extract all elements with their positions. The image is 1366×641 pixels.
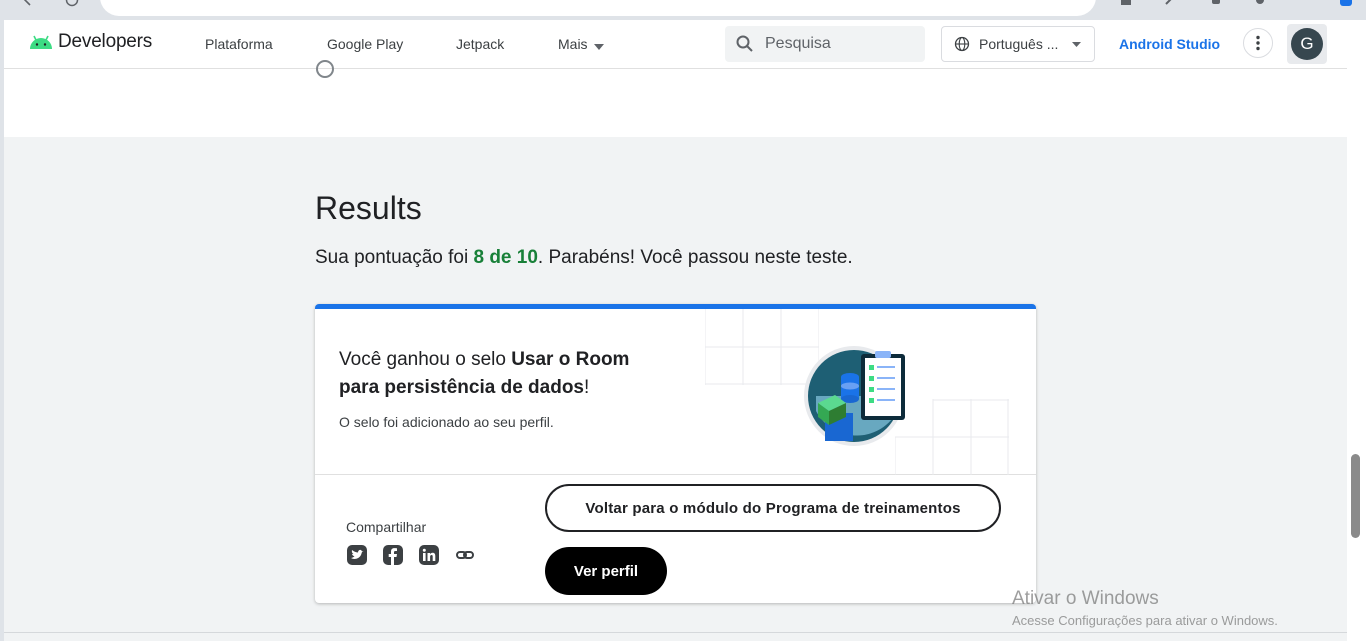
android-icon	[30, 35, 52, 49]
extension-icon[interactable]	[1208, 0, 1224, 8]
account-area: G	[1287, 24, 1327, 64]
view-profile-button[interactable]: Ver perfil	[545, 547, 667, 595]
radio-option[interactable]	[316, 60, 334, 78]
linkedin-icon[interactable]	[418, 544, 440, 566]
reload-icon[interactable]	[64, 0, 80, 8]
score-value: 8 de 10	[473, 247, 538, 268]
nav-plataforma[interactable]: Plataforma	[205, 36, 273, 52]
developers-logo[interactable]: Developers	[28, 31, 152, 53]
search-input[interactable]	[763, 34, 917, 54]
site-header: Developers Plataforma Google Play Jetpac…	[4, 20, 1347, 69]
link-icon[interactable]	[454, 544, 476, 566]
grid-decoration	[895, 399, 1009, 475]
browser-toolbar	[0, 0, 1366, 20]
more-options-button[interactable]	[1243, 28, 1273, 58]
badge-title: Você ganhou o selo Usar o Room para pers…	[339, 346, 669, 402]
extension-icon[interactable]	[1118, 0, 1134, 8]
room-badge-icon	[804, 346, 905, 446]
twitter-icon[interactable]	[346, 544, 368, 566]
results-title: Results	[315, 190, 422, 226]
scrollbar[interactable]	[1347, 20, 1366, 641]
extension-icon[interactable]	[1252, 0, 1268, 8]
score-text: Sua pontuação foi 8 de 10. Parabéns! Voc…	[315, 247, 853, 269]
avatar[interactable]: G	[1291, 28, 1323, 60]
watermark-subtitle: Acesse Configurações para ativar o Windo…	[1012, 613, 1278, 628]
share-icons	[346, 544, 490, 566]
profile-extension-icon[interactable]	[1338, 0, 1354, 8]
cut-off-option-text	[344, 65, 724, 71]
scrollbar-thumb[interactable]	[1351, 454, 1360, 538]
score-suffix: . Parabéns! Você passou neste teste.	[537, 247, 853, 268]
language-select[interactable]: Português ...	[941, 26, 1095, 62]
nav-google-play[interactable]: Google Play	[327, 36, 403, 52]
search-box[interactable]	[725, 26, 925, 62]
language-label: Português ...	[979, 36, 1059, 52]
windows-activation-watermark: Ativar o Windows Acesse Configurações pa…	[1012, 588, 1278, 628]
android-studio-link[interactable]: Android Studio	[1119, 36, 1220, 52]
badge-title-prefix: Você ganhou o selo	[339, 349, 512, 370]
address-bar[interactable]	[100, 0, 1096, 16]
nav-mais-label: Mais	[558, 36, 588, 52]
watermark-title: Ativar o Windows	[1012, 588, 1159, 609]
back-to-module-button[interactable]: Voltar para o módulo do Programa de trei…	[545, 484, 1001, 532]
globe-icon	[954, 36, 970, 52]
quiz-section-remnant	[4, 60, 1347, 137]
facebook-icon[interactable]	[382, 544, 404, 566]
back-arrow-icon[interactable]	[20, 0, 36, 8]
caret-down-icon	[593, 37, 604, 53]
badge-subtitle: O selo foi adicionado ao seu perfil.	[339, 414, 554, 430]
section-divider	[4, 632, 1347, 633]
badge-title-suffix: !	[584, 377, 590, 398]
nav-jetpack[interactable]: Jetpack	[456, 36, 504, 52]
extension-icon[interactable]	[1162, 0, 1178, 8]
search-icon	[736, 35, 753, 52]
score-prefix: Sua pontuação foi	[315, 247, 474, 268]
logo-text: Developers	[58, 31, 153, 52]
page-viewport: Developers Plataforma Google Play Jetpac…	[4, 20, 1347, 641]
badge-card: Você ganhou o selo Usar o Room para pers…	[315, 304, 1036, 603]
badge-card-header: Você ganhou o selo Usar o Room para pers…	[315, 309, 1036, 475]
more-vert-icon	[1256, 35, 1260, 51]
nav-mais[interactable]: Mais	[558, 36, 604, 53]
dropdown-arrow-icon	[1072, 41, 1082, 47]
share-label: Compartilhar	[346, 519, 427, 535]
